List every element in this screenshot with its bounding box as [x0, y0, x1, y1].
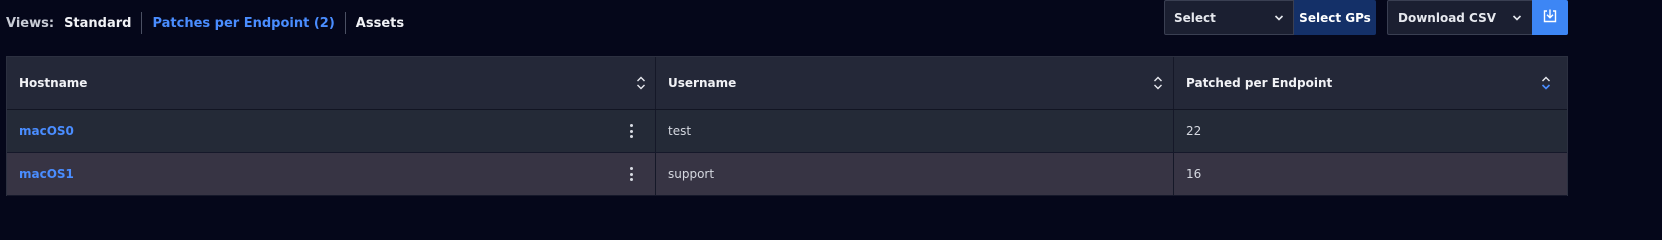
hostname-cell: macOS1: [7, 153, 655, 195]
hostname-link[interactable]: macOS1: [19, 167, 74, 181]
group-select-value: Select: [1174, 10, 1216, 25]
kebab-menu-icon[interactable]: [625, 121, 637, 141]
kebab-menu-icon[interactable]: [625, 164, 637, 184]
patched-value: 22: [1186, 124, 1202, 138]
views-label: Views:: [6, 15, 55, 31]
column-label: Hostname: [19, 76, 88, 90]
table-header: Hostname Username Patched per Endpoint: [7, 57, 1567, 110]
patches-table: Hostname Username Patched per Endpoint m…: [6, 56, 1568, 196]
view-tab-assets[interactable]: Assets: [346, 16, 414, 31]
username-cell: support: [655, 153, 1173, 195]
view-tab-patches-per-endpoint[interactable]: Patches per Endpoint (2): [142, 16, 344, 31]
sort-icon[interactable]: [1540, 74, 1552, 92]
column-label: Patched per Endpoint: [1186, 76, 1333, 90]
table-row: macOS0 test 22: [7, 110, 1567, 153]
username-cell: test: [655, 110, 1173, 152]
chevron-down-icon: [1274, 11, 1284, 25]
column-label: Username: [668, 76, 737, 90]
column-header-patched-per-endpoint[interactable]: Patched per Endpoint: [1173, 57, 1567, 109]
username-value: test: [668, 124, 692, 138]
column-header-username[interactable]: Username: [655, 57, 1173, 109]
hostname-link[interactable]: macOS0: [19, 124, 74, 138]
table-row: macOS1 support 16: [7, 153, 1567, 196]
username-value: support: [668, 167, 715, 181]
download-format-value: Download CSV: [1398, 10, 1497, 25]
patched-value: 16: [1186, 167, 1202, 181]
chevron-down-icon: [1512, 11, 1522, 25]
download-icon: [1542, 8, 1558, 28]
download-button[interactable]: [1532, 0, 1568, 35]
column-header-hostname[interactable]: Hostname: [7, 57, 655, 109]
patched-cell: 22: [1173, 110, 1567, 152]
select-gps-button[interactable]: Select GPs: [1294, 0, 1376, 35]
views-switcher: Views: Standard Patches per Endpoint (2)…: [6, 0, 414, 46]
hostname-cell: macOS0: [7, 110, 655, 152]
patched-cell: 16: [1173, 153, 1567, 195]
view-tab-standard[interactable]: Standard: [64, 16, 141, 31]
top-toolbar: Views: Standard Patches per Endpoint (2)…: [0, 0, 1662, 50]
group-select-dropdown[interactable]: Select: [1164, 0, 1294, 35]
download-format-dropdown[interactable]: Download CSV: [1387, 0, 1533, 35]
sort-icon[interactable]: [635, 74, 647, 92]
sort-icon[interactable]: [1152, 74, 1164, 92]
